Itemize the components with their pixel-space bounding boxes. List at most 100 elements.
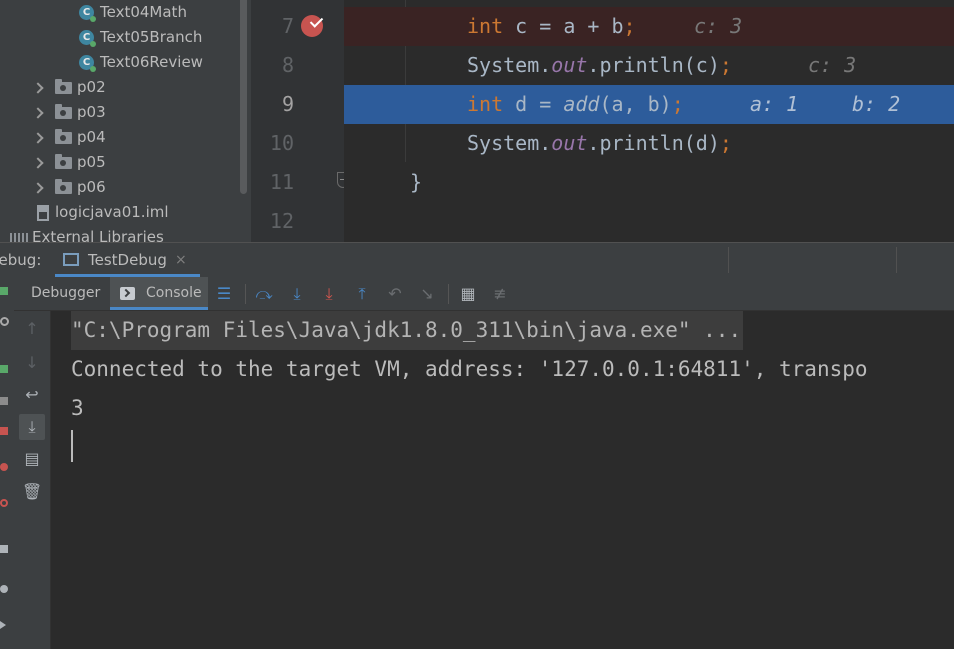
tab-debugger-label: Debugger [31, 285, 101, 301]
soft-wrap-icon[interactable]: ↩ [22, 385, 42, 405]
code-line-10[interactable]: System.out.println(d); [344, 124, 954, 163]
scroll-to-end-icon[interactable]: ⤓ [19, 414, 45, 440]
debug-session-icon [63, 253, 79, 266]
pause-icon[interactable] [0, 397, 8, 405]
breakpoint-icon[interactable] [301, 15, 323, 37]
rerun-icon[interactable] [0, 287, 8, 295]
tree-item-p06[interactable]: p06 [0, 175, 238, 200]
line-number: 7 [281, 14, 294, 38]
tree-item-label: p06 [77, 178, 106, 196]
close-icon[interactable]: × [175, 243, 187, 277]
tree-item-iml-file[interactable]: logicjava01.iml [0, 200, 238, 225]
chevron-right-icon[interactable] [32, 100, 44, 125]
debug-session-tab[interactable]: TestDebug × [55, 243, 200, 277]
tree-item-text04math[interactable]: Text04Math [0, 0, 238, 25]
chevron-right-icon[interactable] [32, 75, 44, 100]
chevron-right-icon[interactable] [32, 150, 44, 175]
stop-icon[interactable] [0, 427, 8, 435]
code-line-9-execution-point[interactable]: int d = add(a, b); a: 1 b: 2 [344, 85, 954, 124]
code-text: System. [467, 53, 552, 77]
settings-icon[interactable] [0, 585, 8, 593]
get-thread-dump-icon[interactable] [0, 545, 8, 553]
view-breakpoints-icon[interactable] [0, 463, 8, 471]
semicolon: ; [671, 92, 684, 116]
step-out-icon[interactable]: ⤒ [352, 284, 372, 304]
tree-item-text06review[interactable]: Text06Review [0, 50, 238, 75]
code-editor[interactable]: int c = a + b; c: 3 System.out.println(c)… [344, 0, 954, 242]
tab-debugger[interactable]: Debugger [14, 277, 110, 310]
static-field: out [551, 53, 588, 77]
tree-item-label: logicjava01.iml [55, 203, 169, 221]
tree-item-label: Text05Branch [100, 28, 203, 46]
restart-icon[interactable] [0, 317, 9, 326]
console-side-toolbar: ↑ ↓ ↩ ⤓ ▤ 🗑 [14, 311, 51, 649]
keyword: int [467, 92, 504, 116]
code-line-8[interactable]: System.out.println(c); c: 3 [344, 46, 954, 85]
pin-tab-icon[interactable] [0, 621, 6, 629]
line-number: 12 [269, 209, 294, 233]
menu-icon[interactable]: ☰ [214, 284, 234, 304]
java-class-icon [79, 55, 96, 72]
run-to-cursor-icon[interactable]: ↘ [417, 284, 437, 304]
inline-debug-value: a: 1 [750, 92, 799, 116]
tree-item-p03[interactable]: p03 [0, 100, 238, 125]
step-into-icon[interactable]: ⤓ [287, 284, 307, 304]
tab-console[interactable]: Console [110, 277, 208, 310]
force-step-into-icon[interactable]: ⤓ [319, 284, 339, 304]
module-file-icon [37, 205, 49, 221]
print-icon[interactable]: ▤ [22, 449, 42, 469]
project-tree-scrollbar[interactable] [238, 0, 251, 243]
code-text: .println(c) [587, 53, 720, 77]
package-folder-icon [55, 129, 72, 144]
debug-session-label: TestDebug [88, 251, 167, 269]
scrollbar-thumb[interactable] [240, 0, 247, 194]
code-line-11[interactable]: } [344, 163, 954, 202]
method-call: add [563, 92, 600, 116]
tree-item-external-libraries[interactable]: External Libraries [0, 225, 238, 243]
mute-breakpoints-icon[interactable] [0, 499, 8, 507]
tree-item-p05[interactable]: p05 [0, 150, 238, 175]
code-line-12[interactable] [344, 202, 954, 241]
trace-stream-icon[interactable]: ≢ [490, 284, 510, 304]
line-number: 11 [269, 170, 294, 194]
package-folder-icon [55, 154, 72, 169]
java-class-icon [79, 30, 96, 47]
chevron-right-icon[interactable] [32, 125, 44, 150]
semicolon: ; [623, 14, 636, 38]
chevron-right-icon[interactable] [32, 175, 44, 200]
toolbar-separator [245, 284, 246, 304]
tree-item-p02[interactable]: p02 [0, 75, 238, 100]
tree-item-label: Text04Math [100, 3, 187, 21]
input-caret [71, 430, 73, 462]
tree-item-p04[interactable]: p04 [0, 125, 238, 150]
package-folder-icon [55, 179, 72, 194]
drop-frame-icon[interactable]: ↶ [385, 284, 405, 304]
resume-icon[interactable] [0, 365, 8, 373]
down-arrow-icon[interactable]: ↓ [22, 353, 42, 373]
line-number: 8 [281, 53, 294, 77]
toolbar-separator [448, 284, 449, 304]
up-arrow-icon[interactable]: ↑ [22, 319, 42, 339]
keyword: int [467, 14, 504, 38]
package-folder-icon [55, 104, 72, 119]
debug-window-header: Debug: TestDebug × [0, 242, 954, 277]
tree-item-label: p02 [77, 78, 106, 96]
code-text: .println(d) [587, 131, 720, 155]
step-over-icon[interactable]: ⤼ [254, 284, 274, 304]
semicolon: ; [719, 131, 732, 155]
tree-item-label: p03 [77, 103, 106, 121]
evaluate-expression-icon[interactable]: ▦ [458, 284, 478, 304]
closing-brace: } [410, 170, 423, 194]
console-line-command[interactable]: "C:\Program Files\Java\jdk1.8.0_311\bin\… [71, 311, 744, 350]
header-divider [728, 247, 729, 273]
tree-item-label: p05 [77, 153, 106, 171]
clear-icon[interactable]: 🗑 [22, 482, 42, 502]
console-output[interactable]: "C:\Program Files\Java\jdk1.8.0_311\bin\… [51, 311, 954, 649]
console-line-connected: Connected to the target VM, address: '12… [71, 357, 868, 381]
tree-item-label: Text06Review [100, 53, 203, 71]
tree-item-text05branch[interactable]: Text05Branch [0, 25, 238, 50]
code-line-7[interactable]: int c = a + b; c: 3 [344, 7, 954, 46]
java-class-icon [79, 5, 96, 22]
console-line-output: 3 [71, 396, 84, 420]
header-divider [896, 247, 897, 273]
